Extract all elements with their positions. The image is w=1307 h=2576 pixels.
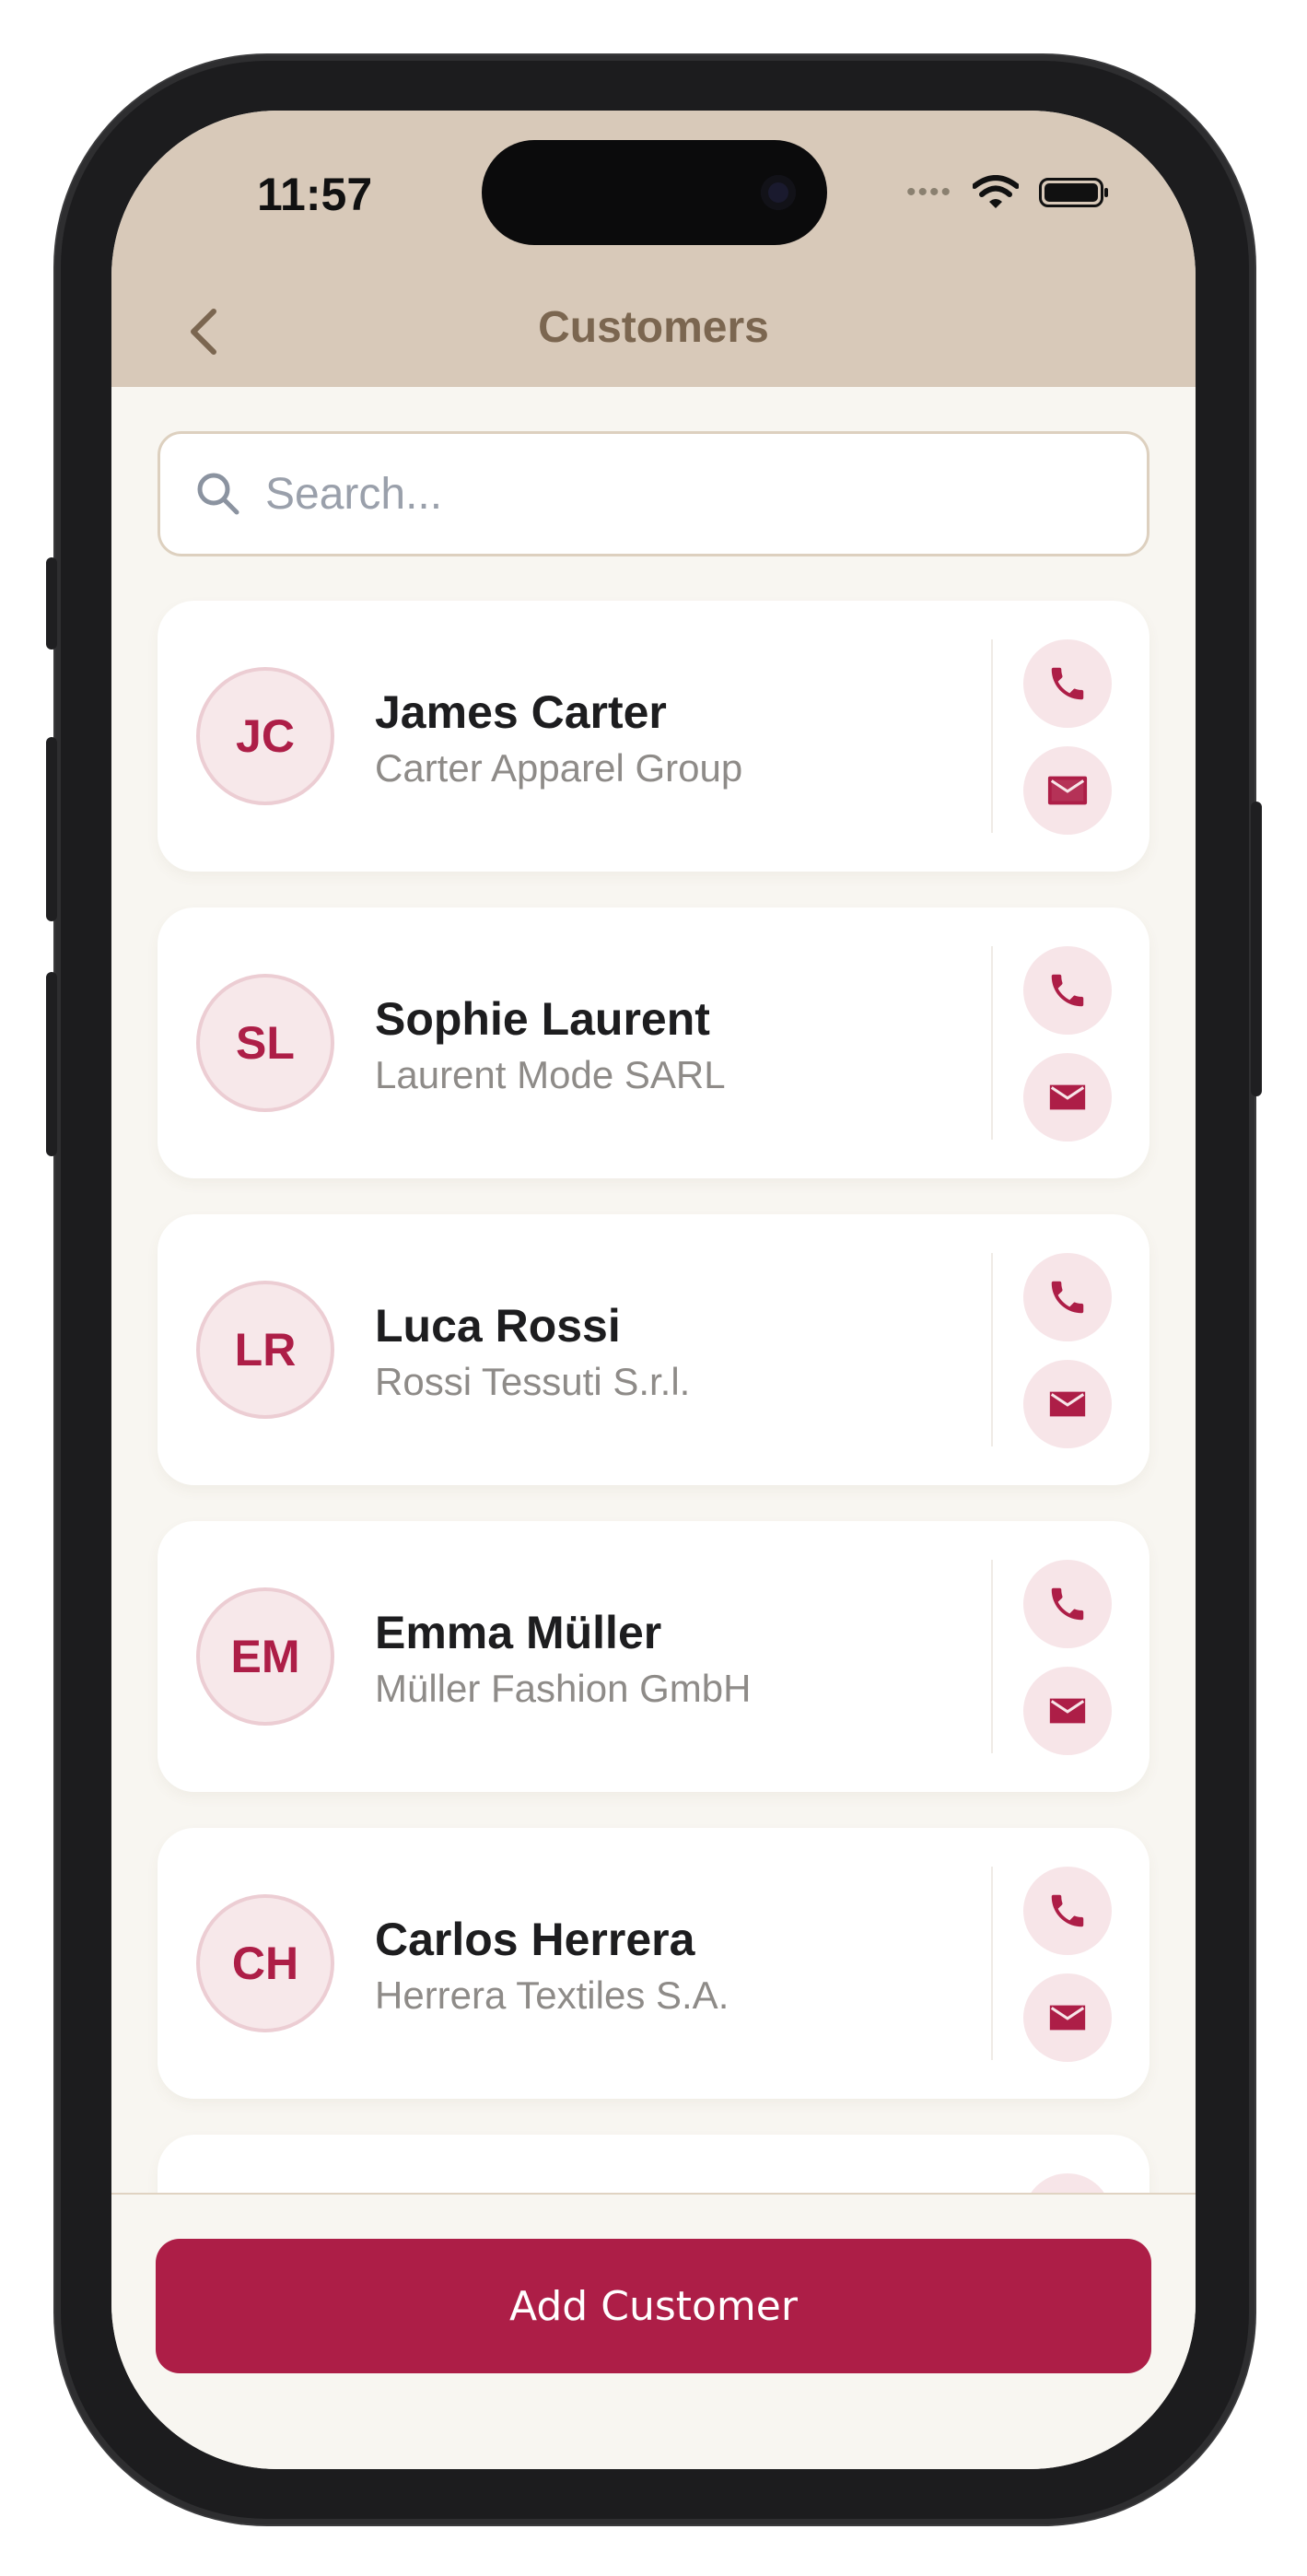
search-bar[interactable] xyxy=(158,431,1149,556)
call-button[interactable] xyxy=(1023,639,1112,728)
side-button-volume-down xyxy=(46,972,57,1156)
divider xyxy=(991,1867,993,2060)
customer-name: Luca Rossi xyxy=(375,1300,621,1352)
customer-card[interactable]: EM Emma Müller Müller Fashion GmbH xyxy=(158,1521,1149,1792)
customer-card[interactable]: CH Carlos Herrera Herrera Textiles S.A. xyxy=(158,1828,1149,2099)
battery-icon xyxy=(1039,178,1108,207)
avatar: LR xyxy=(196,1281,334,1419)
mail-icon xyxy=(1047,776,1088,805)
status-icons: •••• xyxy=(905,175,1108,210)
customer-company: Rossi Tessuti S.r.l. xyxy=(375,1360,691,1403)
mail-icon xyxy=(1049,1391,1086,1417)
divider xyxy=(991,639,993,833)
divider xyxy=(991,1560,993,1753)
customer-name: Sophie Laurent xyxy=(375,993,710,1045)
status-time: 11:57 xyxy=(257,169,373,220)
call-button[interactable] xyxy=(1023,946,1112,1035)
customer-company: Müller Fashion GmbH xyxy=(375,1667,752,1710)
customer-company: Herrera Textiles S.A. xyxy=(375,1973,729,2017)
email-button[interactable] xyxy=(1023,1360,1112,1448)
side-button-volume-up xyxy=(46,737,57,921)
customer-name: Emma Müller xyxy=(375,1607,662,1658)
mail-icon xyxy=(1049,2005,1086,2031)
phone-icon xyxy=(1051,1587,1084,1621)
avatar: JC xyxy=(196,667,334,805)
phone-icon xyxy=(1051,1894,1084,1927)
customer-card[interactable]: SL Sophie Laurent Laurent Mode SARL xyxy=(158,907,1149,1178)
phone-icon xyxy=(1051,667,1084,700)
page-title: Customers xyxy=(538,303,769,352)
email-button[interactable] xyxy=(1023,1667,1112,1755)
email-button[interactable] xyxy=(1023,1053,1112,1142)
front-camera-icon xyxy=(761,175,796,210)
mail-icon xyxy=(1049,1084,1086,1110)
avatar: SL xyxy=(196,974,334,1112)
customer-company: Carter Apparel Group xyxy=(375,746,743,790)
side-button-power xyxy=(1251,802,1262,1096)
side-button-action xyxy=(46,557,57,650)
customer-name: James Carter xyxy=(375,686,667,738)
avatar: CH xyxy=(196,1894,334,2032)
header: 11:57 •••• Customers xyxy=(111,111,1196,387)
avatar: EM xyxy=(196,1587,334,1726)
phone-icon xyxy=(1051,1281,1084,1314)
mail-icon xyxy=(1049,1698,1086,1724)
call-button[interactable] xyxy=(1023,1560,1112,1648)
phone-icon xyxy=(1051,974,1084,1007)
divider xyxy=(991,946,993,1140)
call-button[interactable] xyxy=(1023,1253,1112,1341)
email-button[interactable] xyxy=(1023,746,1112,835)
call-button[interactable] xyxy=(1023,1867,1112,1955)
signal-icon: •••• xyxy=(905,177,952,207)
email-button[interactable] xyxy=(1023,1973,1112,2062)
search-input[interactable] xyxy=(263,467,1096,521)
customer-name: Carlos Herrera xyxy=(375,1914,695,1965)
search-icon xyxy=(197,473,239,515)
wifi-icon xyxy=(973,175,1019,208)
add-customer-button[interactable]: Add Customer xyxy=(156,2239,1151,2373)
app-screen: 11:57 •••• Customers JC xyxy=(111,111,1196,2469)
customer-card[interactable]: JC James Carter Carter Apparel Group xyxy=(158,601,1149,872)
customer-card[interactable]: LR Luca Rossi Rossi Tessuti S.r.l. xyxy=(158,1214,1149,1485)
customer-company: Laurent Mode SARL xyxy=(375,1053,726,1096)
dynamic-island xyxy=(482,140,827,245)
divider xyxy=(991,1253,993,1446)
